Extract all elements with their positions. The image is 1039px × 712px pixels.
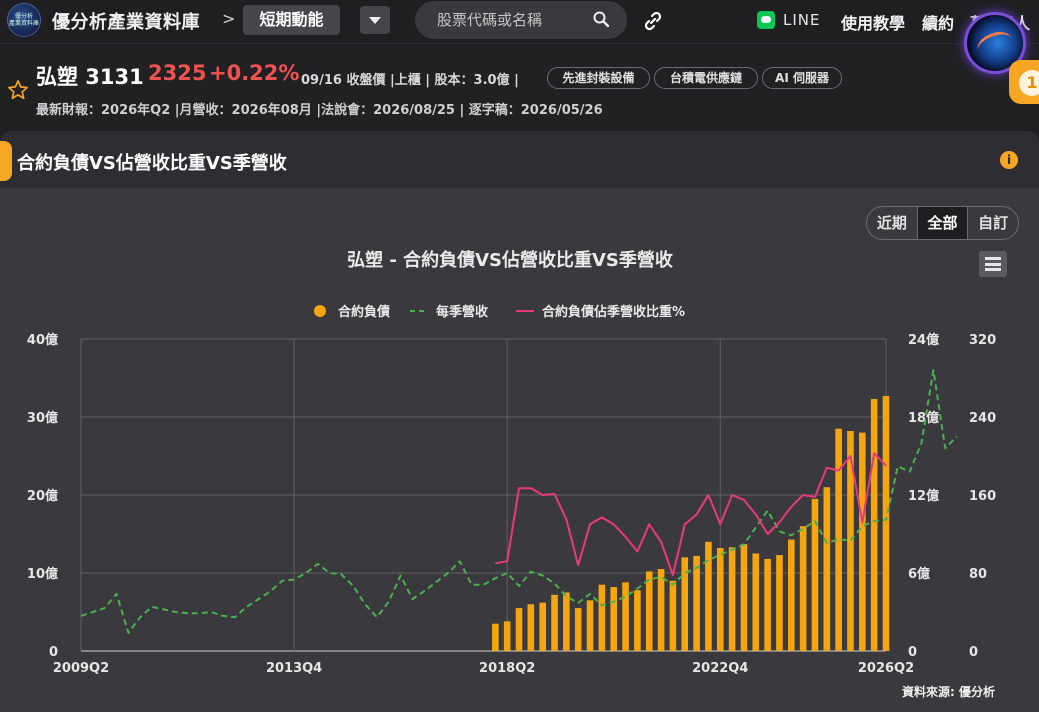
- y-right1-tick-label: 24億: [908, 332, 939, 348]
- bar-contract-liability: [764, 558, 771, 651]
- brand-logo[interactable]: 優分析 產業資料庫: [7, 3, 41, 37]
- x-tick-label: 2022Q4: [692, 661, 748, 676]
- legend-contract-liability: 合約負債: [338, 304, 390, 320]
- bar-contract-liability: [645, 571, 653, 651]
- bar-contract-liability: [539, 602, 546, 651]
- bar-contract-liability: [669, 580, 677, 651]
- notification-count: 1: [1019, 70, 1039, 96]
- link-icon[interactable]: [643, 11, 663, 31]
- bar-contract-liability: [799, 526, 807, 651]
- notification-tab[interactable]: 1: [1009, 60, 1039, 104]
- top-nav-bar: 優分析 產業資料庫 優分析產業資料庫 > 短期動能 LINE 使用教學 續約 葛…: [0, 0, 1039, 44]
- bar-contract-liability: [657, 569, 665, 651]
- bar-contract-liability: [551, 594, 558, 651]
- tag-ai-server[interactable]: AI 伺服器: [762, 67, 842, 89]
- bar-contract-liability: [492, 623, 499, 651]
- breadcrumb-current[interactable]: 短期動能: [243, 5, 340, 35]
- bar-contract-liability: [563, 592, 570, 651]
- x-tick-label: 2018Q2: [479, 661, 535, 676]
- bar-contract-liability: [515, 608, 523, 651]
- logo-text: 優分析 產業資料庫: [8, 13, 39, 27]
- stock-change: +0.22%: [209, 61, 300, 85]
- y-right2-tick-label: 160: [969, 489, 996, 504]
- y-right2-tick-label: 240: [969, 411, 996, 426]
- bar-contract-liability: [693, 555, 700, 651]
- report-dates: 最新財報：2026年Q2 |月營收：2026年08月 |法說會：2026/08/…: [36, 103, 603, 118]
- y-left-tick-label: 20億: [27, 488, 58, 504]
- y-right1-tick-label: 18億: [908, 410, 939, 426]
- y-right2-tick-label: 80: [969, 567, 987, 582]
- stock-meta: 09/16 收盤價 |上櫃 | 股本：3.0億 |: [301, 73, 519, 88]
- bar-contract-liability: [503, 621, 511, 651]
- bar-contract-liability: [870, 399, 878, 651]
- nav-renew[interactable]: 續約: [922, 10, 954, 34]
- y-right1-tick-label: 12億: [908, 488, 939, 504]
- star-icon[interactable]: [7, 79, 29, 101]
- y-left-tick-label: 40億: [27, 332, 58, 348]
- bar-contract-liability: [752, 553, 760, 651]
- chevron-down-icon[interactable]: [360, 6, 390, 34]
- brand-title[interactable]: 優分析產業資料庫: [52, 8, 200, 34]
- x-tick-label: 2026Q2: [858, 661, 914, 676]
- bar-contract-liability: [776, 555, 783, 651]
- bar-contract-liability: [598, 584, 606, 651]
- legend-marker: [314, 305, 326, 317]
- bar-contract-liability: [728, 547, 736, 651]
- x-tick-label: 2009Q2: [53, 661, 109, 676]
- y-right2-tick-label: 320: [969, 333, 996, 348]
- chart-canvas: 2009Q2 2013Q4 2018Q2 2022Q4 2026Q2010億20億30億…: [27, 249, 996, 676]
- bar-contract-liability: [705, 541, 712, 651]
- bar-contract-liability: [787, 539, 795, 651]
- y-right2-tick-label: 0: [969, 645, 978, 660]
- data-source: 資料來源: 優分析: [902, 685, 995, 699]
- bar-contract-liability: [634, 590, 641, 651]
- y-right1-tick-label: 0: [908, 645, 917, 660]
- search-icon[interactable]: [593, 11, 609, 27]
- bar-contract-liability: [610, 587, 618, 651]
- bar-contract-liability: [859, 432, 866, 651]
- line-link[interactable]: LINE: [783, 11, 820, 29]
- legend-quarterly-revenue: 每季營收: [436, 304, 489, 320]
- bar-contract-liability: [740, 544, 748, 651]
- bar-contract-liability: [823, 487, 831, 651]
- bar-contract-liability: [574, 608, 582, 651]
- y-left-tick-label: 10億: [27, 566, 58, 582]
- y-left-tick-label: 0: [49, 645, 58, 660]
- bar-contract-liability: [622, 582, 629, 651]
- nav-tutorial[interactable]: 使用教學: [841, 10, 905, 34]
- tag-tsmc-supply-chain[interactable]: 台積電供應鏈: [654, 67, 758, 89]
- stock-name-code: 弘塑 3131: [36, 65, 144, 89]
- bar-contract-liability: [882, 395, 890, 651]
- chart-title: 弘塑 - 合約負債VS佔營收比重VS季營收: [347, 249, 673, 271]
- bar-contract-liability: [716, 548, 724, 651]
- bar-contract-liability: [527, 604, 535, 651]
- search-box: [415, 1, 627, 39]
- bar-contract-liability: [586, 600, 594, 651]
- y-left-tick-label: 30億: [27, 410, 58, 426]
- breadcrumb-separator: >: [222, 9, 236, 28]
- x-tick-label: 2013Q4: [266, 661, 322, 676]
- tag-advanced-packaging[interactable]: 先進封裝設備: [547, 67, 650, 89]
- y-right1-tick-label: 6億: [908, 566, 930, 582]
- stock-price: 2325: [148, 61, 207, 85]
- line-icon[interactable]: [757, 11, 775, 29]
- legend-ratio: 合約負債佔季營收比重%: [542, 304, 685, 320]
- search-input[interactable]: [437, 9, 587, 31]
